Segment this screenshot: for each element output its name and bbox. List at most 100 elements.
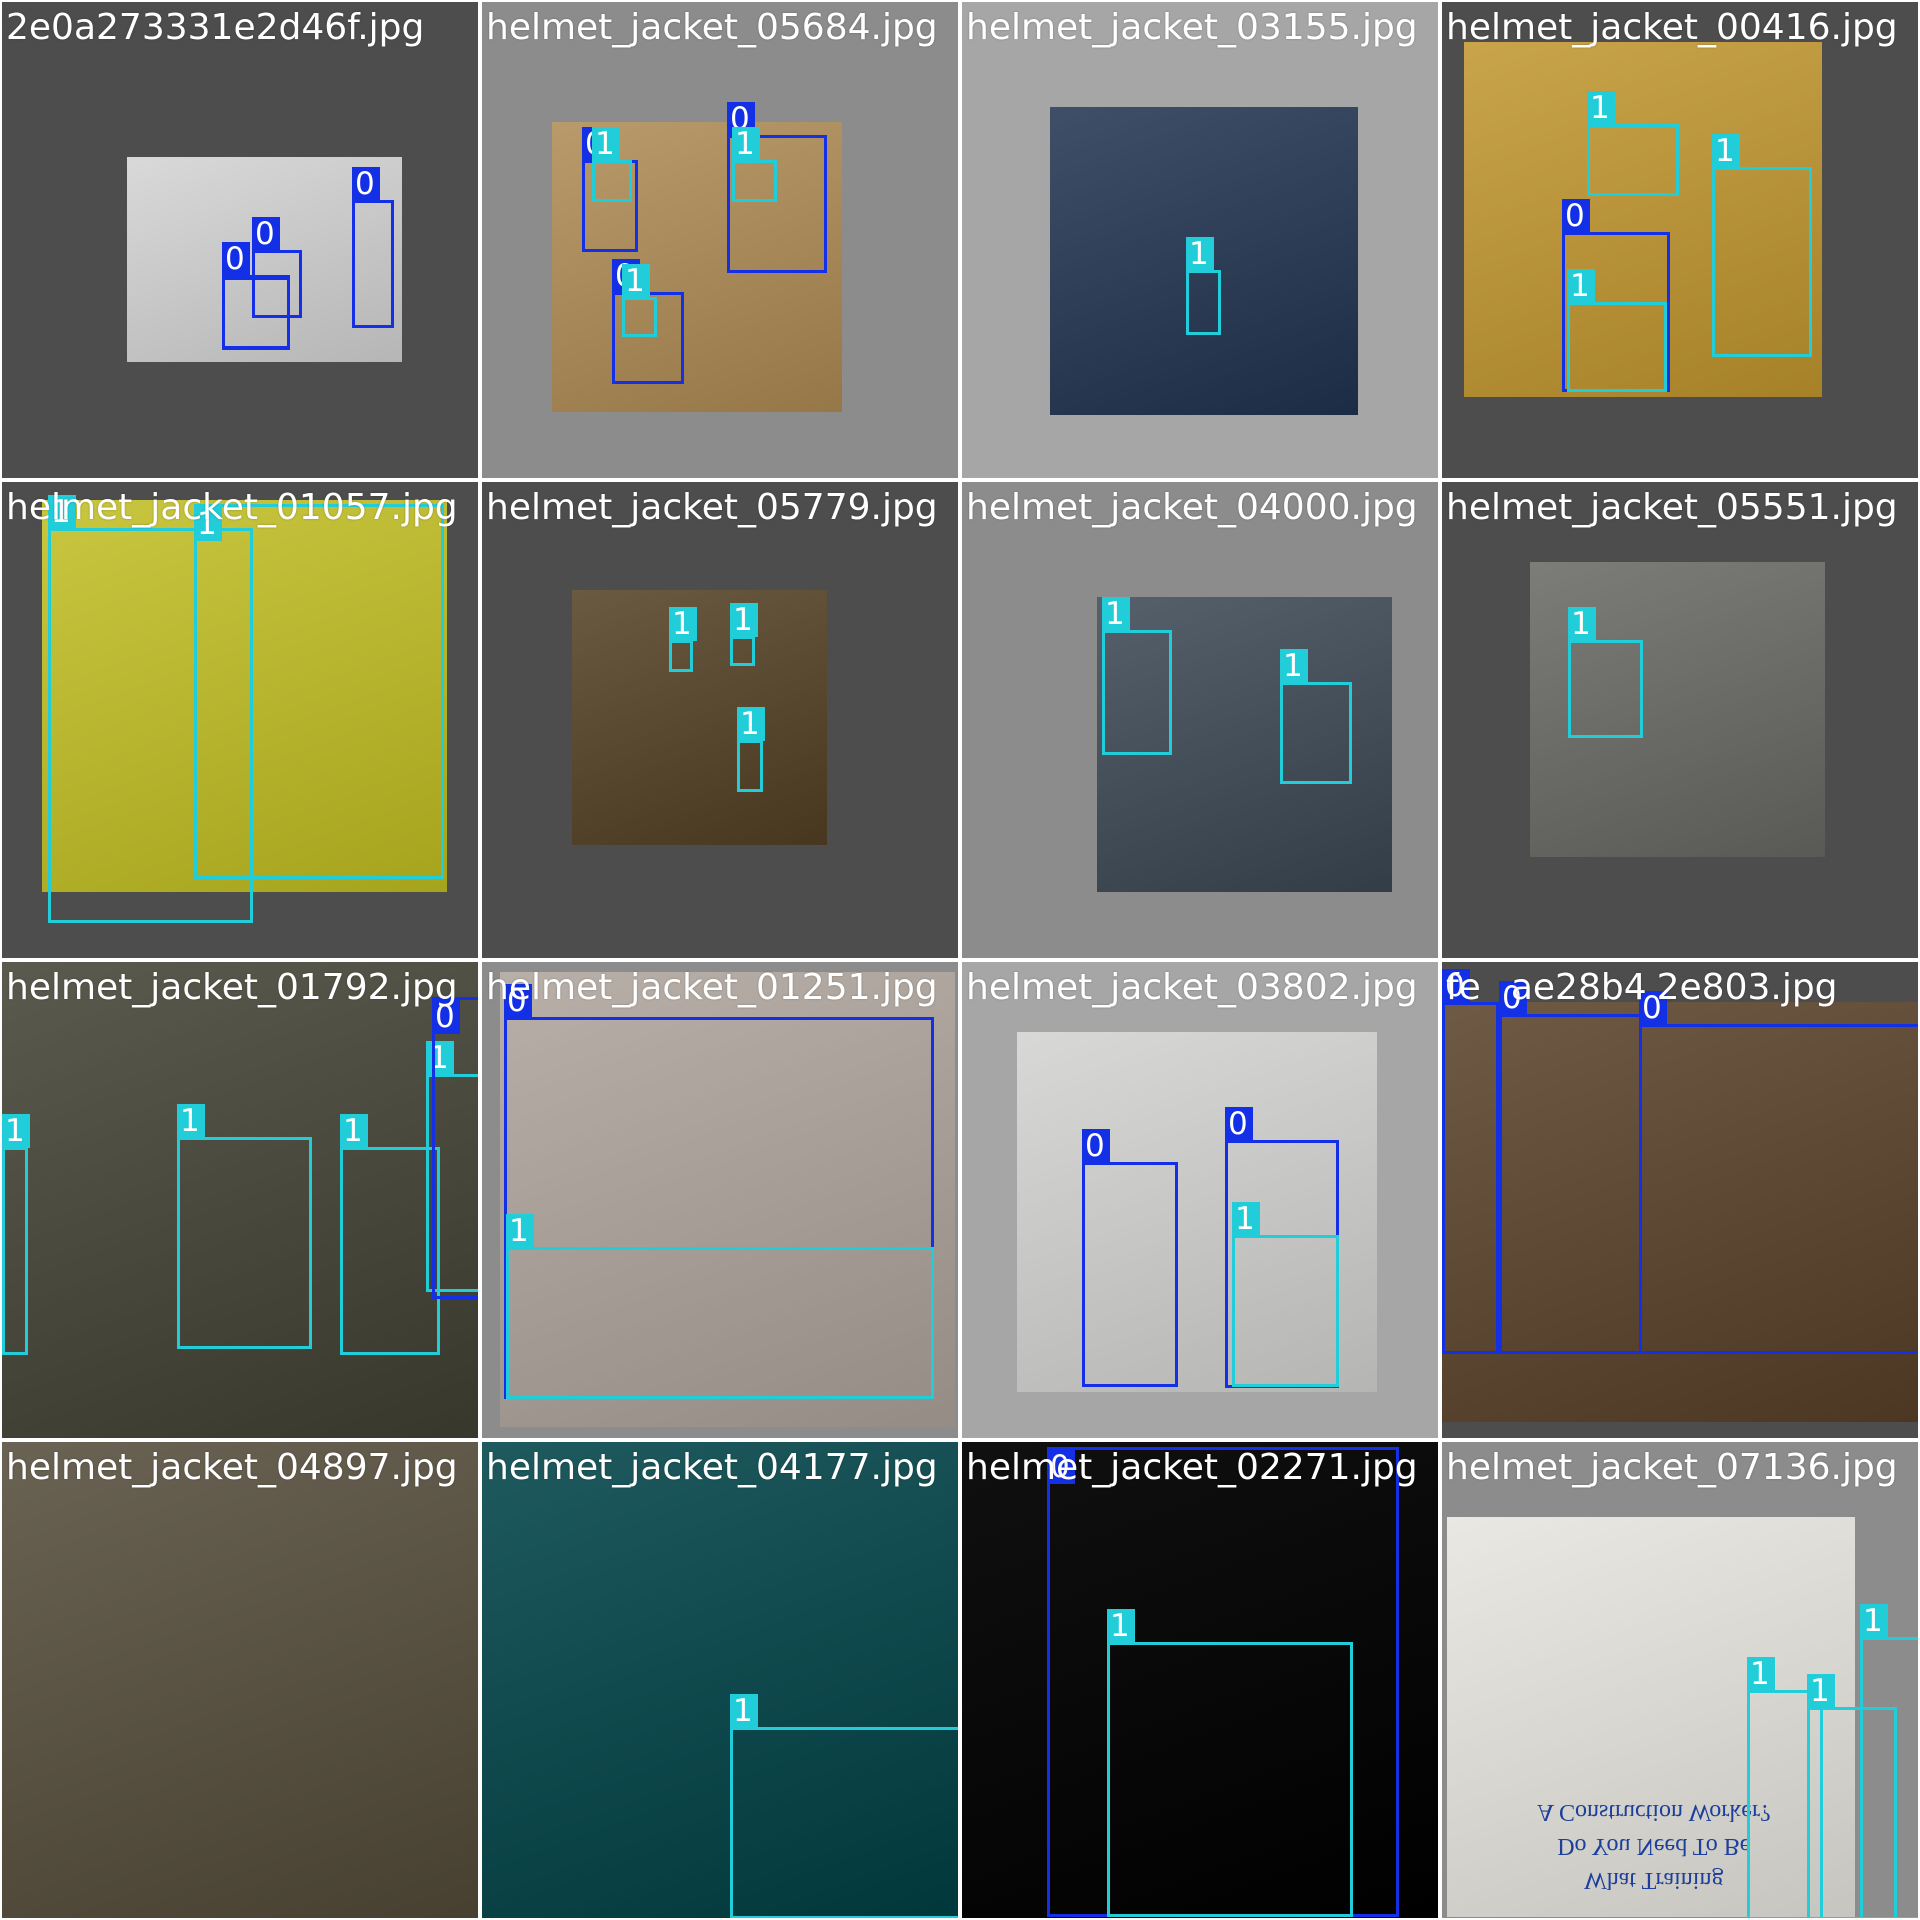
detection-box: 1 xyxy=(1102,597,1172,755)
detection-box: 1 xyxy=(1568,607,1643,738)
detection-box: 1 xyxy=(1587,91,1679,196)
class-label: 1 xyxy=(1568,607,1596,641)
class-label: 0 xyxy=(222,242,250,276)
image-filename: helmet_jacket_03155.jpg xyxy=(966,7,1418,48)
detection-box: 1 xyxy=(737,707,765,792)
image-tile: helmet_jacket_01792.jpg 1 1 1 1 0 xyxy=(0,960,480,1440)
filename-fragment: fe xyxy=(1446,967,1481,1008)
class-label: 1 xyxy=(730,1694,758,1728)
detection-box: 1 xyxy=(2,1114,30,1355)
class-label: 1 xyxy=(1232,1202,1260,1236)
image-tile: helmet_jacket_01251.jpg 0 1 xyxy=(480,960,960,1440)
image-tile: fe ae28b4 2e803.jpg 0 0 0 xyxy=(1440,960,1920,1440)
detection-box: 0 xyxy=(1639,991,1918,1354)
image-filename: helmet_jacket_02271.jpg xyxy=(966,1447,1418,1488)
poster-line: What Training xyxy=(1584,1867,1724,1893)
image-tile: helmet_jacket_03802.jpg 0 0 1 xyxy=(960,960,1440,1440)
filename-fragment: ae28b4 xyxy=(1510,967,1647,1008)
detection-box: 0 xyxy=(352,167,394,328)
detection-box: 1 xyxy=(506,1214,934,1399)
image-filename: helmet_jacket_03802.jpg xyxy=(966,967,1418,1008)
class-label: 1 xyxy=(732,127,760,161)
detection-box: 1 xyxy=(340,1114,440,1355)
image-tile: helmet_jacket_04000.jpg 1 1 xyxy=(960,480,1440,960)
class-label: 1 xyxy=(2,1114,30,1148)
class-label: 1 xyxy=(1860,1604,1888,1638)
detection-box: 1 xyxy=(732,127,777,202)
image-filename: helmet_jacket_01057.jpg xyxy=(6,487,458,528)
image-tile: helmet_jacket_00416.jpg 1 1 0 1 xyxy=(1440,0,1920,480)
detection-box: 1 xyxy=(1712,134,1812,357)
image-tile: helmet_jacket_02271.jpg 0 1 xyxy=(960,1440,1440,1920)
detection-box: 0 xyxy=(1499,981,1642,1354)
image-tile: 2e0a273331e2d46f.jpg0000 xyxy=(0,0,480,480)
image-filename: helmet_jacket_05551.jpg xyxy=(1446,487,1898,528)
detection-box: 0 xyxy=(222,242,290,350)
class-label: 0 xyxy=(1562,199,1590,233)
image-tile: helmet_jacket_05779.jpg 1 1 1 xyxy=(480,480,960,960)
detection-box: 1 xyxy=(1860,1604,1918,1918)
detection-box: 1 xyxy=(1232,1202,1339,1387)
class-label: 0 xyxy=(252,217,280,251)
poster-text: What Training Do You Need To Be A Construc… xyxy=(1537,1795,1771,1897)
image-filename: 2e0a273331e2d46f.jpg xyxy=(6,7,425,48)
detection-box: 0 xyxy=(432,997,478,1299)
image-tile: helmet_jacket_04177.jpg 1 xyxy=(480,1440,960,1920)
image-tile: helmet_jacket_03155.jpg 1 xyxy=(960,0,1440,480)
detection-box: 1 xyxy=(669,607,697,672)
image-tile: helmet_jacket_05551.jpg 1 xyxy=(1440,480,1920,960)
class-label: 1 xyxy=(177,1104,205,1138)
detection-box: 1 xyxy=(1567,269,1667,392)
image-filename: fe ae28b4 2e803.jpg xyxy=(1446,968,1838,1008)
detection-box: 0 xyxy=(1082,1129,1178,1387)
class-label: 1 xyxy=(669,607,697,641)
class-label: 1 xyxy=(592,127,620,161)
filename-fragment: 2e803.jpg xyxy=(1656,967,1838,1008)
poster-line: Do You Need To Be xyxy=(1557,1833,1751,1859)
class-label: 1 xyxy=(1280,649,1308,683)
class-label: 1 xyxy=(1747,1657,1775,1691)
class-label: 1 xyxy=(730,603,758,637)
photo xyxy=(2,1442,478,1918)
image-tile: helmet_jacket_05684.jpg010101 xyxy=(480,0,960,480)
image-filename: helmet_jacket_00416.jpg xyxy=(1446,7,1898,48)
mosaic-grid: 2e0a273331e2d46f.jpg0000helmet_jacket_05… xyxy=(0,0,1920,1920)
class-label: 1 xyxy=(737,707,765,741)
image-tile: helmet_jacket_04897.jpg xyxy=(0,1440,480,1920)
image-filename: helmet_jacket_07136.jpg xyxy=(1446,1447,1898,1488)
detection-box: 1 xyxy=(177,1104,312,1349)
class-label: 1 xyxy=(1587,91,1615,125)
image-filename: helmet_jacket_05684.jpg xyxy=(486,7,938,48)
image-tile: helmet_jacket_01057.jpg 1 1 xyxy=(0,480,480,960)
class-label: 0 xyxy=(352,167,380,201)
photo xyxy=(572,590,827,845)
detection-box: 1 xyxy=(592,127,632,202)
class-label: 1 xyxy=(1567,269,1595,303)
poster-line: A Construction Worker? xyxy=(1537,1799,1771,1825)
detection-box: 1 xyxy=(730,603,758,666)
detection-box: 1 xyxy=(730,1694,958,1918)
image-filename: helmet_jacket_04177.jpg xyxy=(486,1447,938,1488)
image-tile: What Training Do You Need To Be A Construc… xyxy=(1440,1440,1920,1920)
detection-box: 1 xyxy=(622,264,657,337)
class-label: 1 xyxy=(340,1114,368,1148)
detection-box: 0 xyxy=(1442,969,1499,1354)
image-filename: helmet_jacket_01251.jpg xyxy=(486,967,938,1008)
image-filename: helmet_jacket_04000.jpg xyxy=(966,487,1418,528)
detection-box: 1 xyxy=(1186,237,1221,335)
class-label: 0 xyxy=(1082,1129,1110,1163)
detection-box: 1 xyxy=(1107,1609,1353,1917)
detection-box: 1 xyxy=(194,504,444,879)
class-label: 1 xyxy=(1807,1674,1835,1708)
detection-box: 1 xyxy=(1280,649,1352,784)
class-label: 1 xyxy=(1712,134,1740,168)
class-label: 1 xyxy=(1102,597,1130,631)
image-filename: helmet_jacket_05779.jpg xyxy=(486,487,938,528)
class-label: 0 xyxy=(1225,1107,1253,1141)
image-filename: helmet_jacket_01792.jpg xyxy=(6,967,458,1008)
image-filename: helmet_jacket_04897.jpg xyxy=(6,1447,458,1488)
class-label: 1 xyxy=(1107,1609,1135,1643)
class-label: 1 xyxy=(622,264,650,298)
class-label: 1 xyxy=(506,1214,534,1248)
class-label: 1 xyxy=(1186,237,1214,271)
